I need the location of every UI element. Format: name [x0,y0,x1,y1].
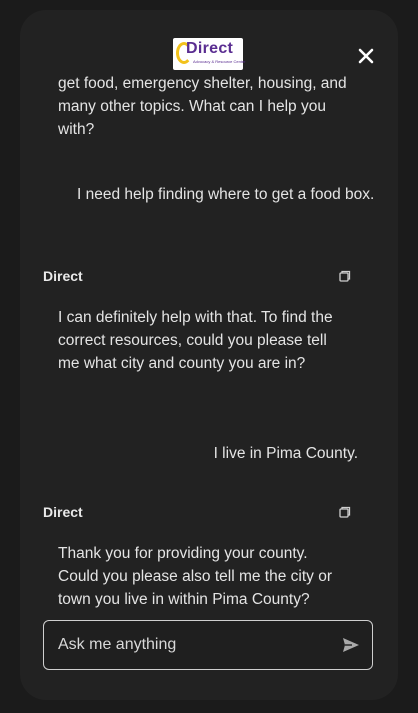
logo-text: Direct [186,40,234,57]
user-message: I live in Pima County. [213,445,358,462]
message-input[interactable] [58,633,318,657]
close-icon [358,48,374,64]
copy-icon[interactable] [338,505,352,519]
chat-panel: Direct Advocacy & Resource Center get fo… [20,10,398,700]
sender-label: Direct [43,504,83,520]
close-button[interactable] [353,43,379,69]
user-message: I need help finding where to get a food … [77,186,375,203]
message-composer [43,620,373,670]
assistant-message: Thank you for providing your county. Cou… [58,545,332,608]
copy-icon[interactable] [338,269,352,283]
logo-subtext: Advocacy & Resource Center [193,59,246,64]
direct-logo: Direct Advocacy & Resource Center [173,38,246,70]
assistant-message: I can definitely help with that. To find… [58,309,333,372]
assistant-message: get food, emergency shelter, housing, an… [58,75,347,138]
send-icon[interactable] [341,635,361,655]
sender-label: Direct [43,268,83,284]
